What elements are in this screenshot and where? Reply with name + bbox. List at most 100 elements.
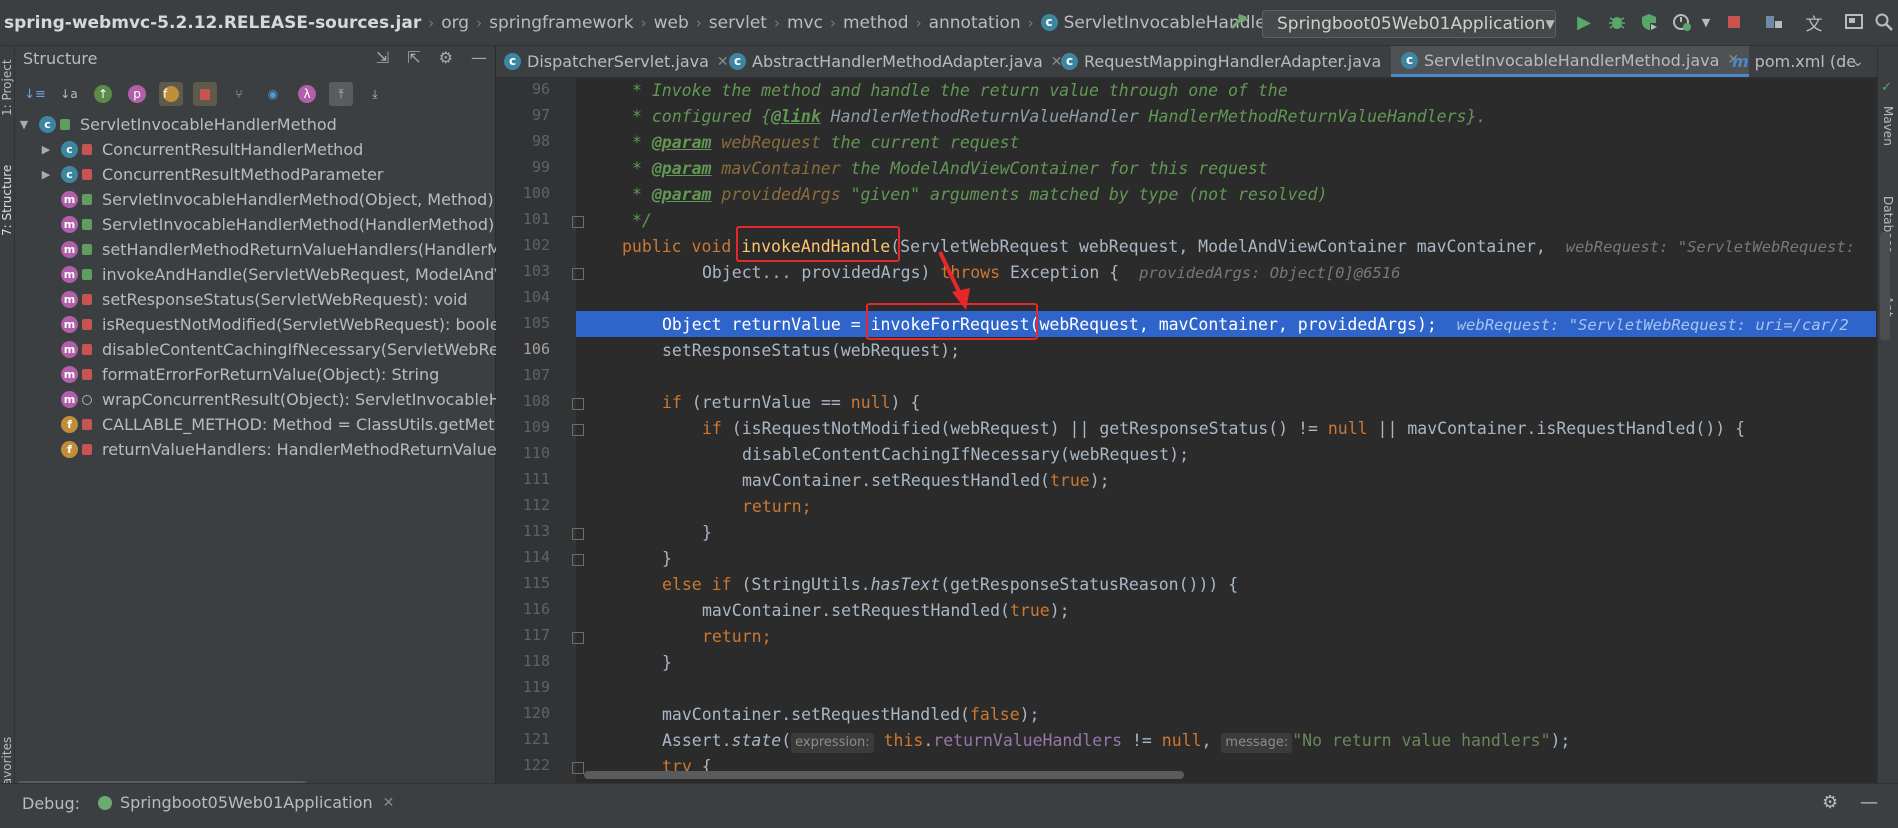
code-line: if (returnValue == null) { [662,390,920,416]
tab-abstracthandlermethodadapter[interactable]: c AbstractHandlerMethodAdapter.java ✕ [729,46,1063,77]
gear-icon[interactable]: ⚙ [439,48,453,67]
breadcrumb-web[interactable]: web [654,13,689,33]
fold-marker-icon[interactable] [572,268,584,280]
tree-item[interactable]: f returnValueHandlers: HandlerMethodRetu… [15,437,519,462]
tree-root[interactable]: ▼ c ServletInvocableHandlerMethod [15,112,495,137]
collapse-all-icon[interactable]: ⇱ [407,48,420,67]
hide-icon[interactable]: — [1860,792,1878,813]
breadcrumb-jar[interactable]: spring-webmvc-5.2.12.RELEASE-sources.jar [4,13,421,33]
tab-dispatcherservlet[interactable]: c DispatcherServlet.java ✕ [504,46,729,77]
gear-icon[interactable]: ⚙ [1822,792,1838,813]
close-icon[interactable]: ✕ [383,795,395,811]
show-properties-icon[interactable]: p [128,85,146,103]
chevron-down-icon[interactable]: ▼ [1694,10,1718,34]
show-anonymous-icon[interactable]: ◉ [261,82,285,106]
tree-item[interactable]: m formatErrorForReturnValue(Object): Str… [15,362,495,387]
tree-item[interactable]: m setHandlerMethodReturnValueHandlers(Ha… [15,237,517,262]
fold-marker-icon[interactable] [572,398,584,410]
breadcrumb-servlet[interactable]: servlet [709,13,767,33]
line-number: 98 [531,132,550,150]
annotation-highlight-box [736,226,900,262]
tree-item[interactable]: m isRequestNotModified(ServletWebRequest… [15,312,520,337]
method-icon: m [61,191,78,208]
tree-item[interactable]: ▶ c ConcurrentResultHandlerMethod [15,137,495,162]
show-inherited-icon[interactable]: ↑ [94,85,112,103]
search-everywhere-icon[interactable] [1872,10,1896,34]
private-access-icon [82,144,92,155]
line-number-gutter[interactable]: 96 97 98 99 100 101 102 103 104 105 106 … [496,78,584,783]
tree-item[interactable]: m ServletInvocableHandlerMethod(Object, … [15,187,495,212]
fold-marker-icon[interactable] [572,216,584,228]
autoscroll-from-source-icon[interactable]: ⤓ [363,82,387,106]
sort-by-visibility-icon[interactable]: ↓≡ [23,82,47,106]
debug-session-tab[interactable]: Springboot05Web01Application ✕ [98,793,394,812]
show-fields-icon[interactable]: f [159,82,183,106]
tab-pom-xml[interactable]: m pom.xml (de [1732,46,1856,77]
chevron-right-icon[interactable]: ▶ [39,143,53,156]
tree-item[interactable]: m setResponseStatus(ServletWebRequest): … [15,287,495,312]
code-token: hasText [870,575,941,594]
run-configuration-select[interactable]: Springboot05Web01Application ▼ [1262,10,1556,38]
tabs-overflow-chevron-icon[interactable]: ⌄ [1852,46,1864,77]
editor-scroll-marker[interactable] [1880,232,1890,340]
chevron-right-icon[interactable]: ▶ [39,168,53,181]
fold-marker-icon[interactable] [572,762,584,774]
line-number: 107 [522,366,550,384]
expand-all-icon[interactable]: ⇲ [376,48,389,67]
field-icon: f [61,441,78,458]
run-with-coverage-icon[interactable] [1637,10,1661,34]
autoscroll-to-source-icon[interactable]: ⤒ [329,82,353,106]
project-tool-tab[interactable]: 1: Project [0,59,14,116]
breadcrumb-annotation[interactable]: annotation [929,13,1021,33]
code-token: * [632,133,652,152]
chevron-down-icon[interactable]: ▼ [17,118,31,131]
project-structure-icon[interactable] [1762,10,1786,34]
breadcrumb-mvc[interactable]: mvc [787,13,823,33]
code-line: * @param providedArgs "given" arguments … [632,182,1327,208]
editor-tabs: c DispatcherServlet.java ✕ c AbstractHan… [496,46,1898,78]
fold-marker-icon[interactable] [572,554,584,566]
fold-marker-icon[interactable] [572,632,584,644]
chevron-down-icon: ▼ [1545,17,1555,31]
tree-item[interactable]: m wrapConcurrentResult(Object): ServletI… [15,387,530,412]
sort-alphabetically-icon[interactable]: ↓a [57,82,81,106]
tree-item[interactable]: ▶ c ConcurrentResultMethodParameter [15,162,495,187]
tree-item[interactable]: m ServletInvocableHandlerMethod(HandlerM… [15,212,495,237]
method-icon: m [61,366,78,383]
close-icon[interactable]: ✕ [717,54,729,70]
tab-requestmappinghandleradapter[interactable]: c RequestMappingHandlerAdapter.java ✕ [1061,46,1401,77]
tree-item-label: isRequestNotModified(ServletWebRequest):… [102,315,520,334]
tree-item[interactable]: m invokeAndHandle(ServletWebRequest, Mod… [15,262,519,287]
chevron-right-icon: › [773,13,780,32]
breadcrumb-method[interactable]: method [843,13,909,33]
breadcrumb-org[interactable]: org [441,13,469,33]
structure-tool-tab[interactable]: 7: Structure [0,165,14,236]
show-lambdas-icon[interactable]: λ [298,85,316,103]
stop-icon[interactable] [1722,10,1746,34]
maven-tool-tab[interactable]: Maven [1881,106,1895,146]
hide-icon[interactable]: — [471,48,487,67]
translate-icon[interactable]: 文 [1802,10,1826,35]
annotation-arrow-icon [938,251,970,310]
code-token: * [632,159,652,178]
run-icon[interactable]: ▶ [1572,10,1596,34]
build-hammer-icon[interactable] [1228,10,1252,34]
code-line: if (isRequestNotModified(webRequest) || … [702,416,1745,442]
debug-icon[interactable] [1605,10,1629,34]
presentation-mode-icon[interactable] [1842,10,1866,34]
line-number: 97 [531,106,550,124]
code-editor[interactable]: 96 97 98 99 100 101 102 103 104 105 106 … [496,78,1876,783]
group-hierarchy-icon[interactable]: ⑂ [227,82,251,106]
method-icon: m [61,266,78,283]
inspection-ok-icon[interactable]: ✓ [1881,80,1892,95]
fold-marker-icon[interactable] [572,528,584,540]
tree-item[interactable]: f CALLABLE_METHOD: Method = ClassUtils.g… [15,412,525,437]
editor-horizontal-scrollbar[interactable] [584,771,1184,779]
tree-item[interactable]: m disableContentCachingIfNecessary(Servl… [15,337,529,362]
show-non-public-icon[interactable] [193,82,217,106]
fold-marker-icon[interactable] [572,424,584,436]
breadcrumb-springframework[interactable]: springframework [489,13,633,33]
tab-servletinvocablehandlermethod[interactable]: c ServletInvocableHandlerMethod.java ✕ [1391,46,1750,77]
code-token: ); [1550,731,1571,750]
profiler-icon[interactable] [1670,10,1694,34]
